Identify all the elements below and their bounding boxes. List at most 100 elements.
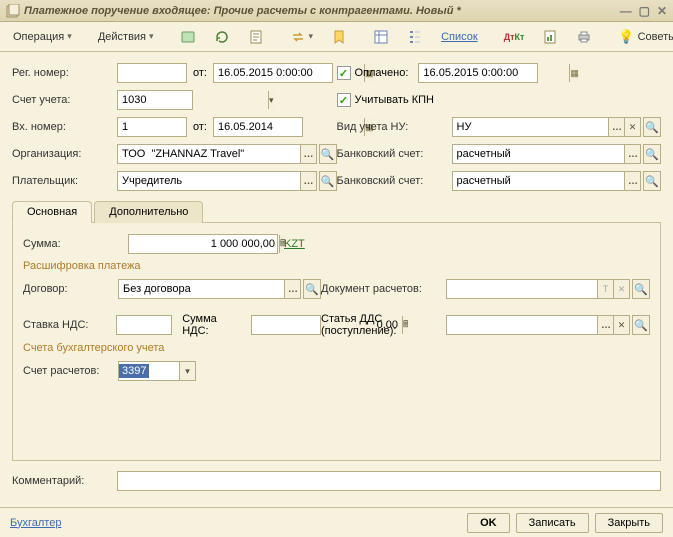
clear-icon[interactable]: ✕	[613, 280, 629, 298]
tab-bar: Основная Дополнительно	[12, 200, 661, 223]
vat-rate-label: Ставка НДС:	[23, 319, 116, 331]
settlement-account-input[interactable]: 3397 ▾	[118, 361, 196, 381]
settlement-account-label: Счет расчетов:	[23, 365, 118, 377]
maximize-button[interactable]: ▢	[639, 5, 650, 17]
bookmark-icon[interactable]	[324, 26, 354, 48]
toolbar: Операция▾ Действия▾ ▾ Список ДтКт 💡Совет…	[0, 22, 673, 52]
structure-icon[interactable]	[400, 26, 430, 48]
dds-item-input[interactable]: … ✕	[446, 315, 630, 335]
dots-icon[interactable]: …	[284, 280, 300, 298]
bank-account-1-input[interactable]: …	[452, 144, 642, 164]
t-icon[interactable]: T	[597, 280, 613, 298]
contract-label: Договор:	[23, 283, 118, 295]
tab-additional[interactable]: Дополнительно	[94, 201, 203, 223]
sheet-icon[interactable]	[241, 26, 271, 48]
form-body: Рег. номер: от: ▦ Оплачено: ▦ Счет учета…	[0, 52, 673, 507]
sum-input[interactable]: 🖩	[128, 234, 278, 254]
kpn-checkbox[interactable]	[337, 93, 351, 107]
dots-icon[interactable]: …	[624, 172, 640, 190]
bulb-icon: 💡	[618, 29, 634, 45]
close-button[interactable]: ✕	[657, 5, 667, 17]
tips-button[interactable]: 💡Советы	[611, 26, 673, 48]
window-title: Платежное поручение входящее: Прочие рас…	[24, 5, 614, 17]
accountant-link[interactable]: Бухгалтер	[10, 517, 61, 529]
organisation-input[interactable]: …	[117, 144, 317, 164]
magnify-icon[interactable]: 🔍	[632, 315, 650, 335]
reg-num-label: Рег. номер:	[12, 67, 117, 79]
chevron-down-icon[interactable]: ▾	[179, 362, 195, 380]
accounts-section-title: Счета бухгалтерского учета	[23, 342, 650, 354]
contract-input[interactable]: …	[118, 279, 301, 299]
tab-main[interactable]: Основная	[12, 201, 92, 223]
dds-item-sub-label: (поступление):	[321, 325, 446, 337]
calendar-icon[interactable]: ▦	[569, 64, 579, 82]
save-button[interactable]: Записать	[516, 513, 589, 533]
kpn-label: Учитывать КПН	[355, 94, 435, 106]
magnify-icon[interactable]: 🔍	[303, 279, 321, 299]
bank-account-1-label: Банковский счет:	[337, 148, 452, 160]
account-input[interactable]: ▾	[117, 90, 193, 110]
vat-rate-input[interactable]: … ✕	[116, 315, 172, 335]
magnify-icon[interactable]: 🔍	[632, 279, 650, 299]
accounting-type-input[interactable]: … ✕	[452, 117, 642, 137]
dots-icon[interactable]: …	[608, 118, 624, 136]
magnify-icon[interactable]: 🔍	[319, 171, 337, 191]
comment-input[interactable]	[117, 471, 661, 491]
decipher-section-title: Расшифровка платежа	[23, 260, 650, 272]
vat-sum-input[interactable]: 🖩	[251, 315, 321, 335]
accounting-type-label: Вид учета НУ:	[337, 121, 452, 133]
payer-label: Плательщик:	[12, 175, 117, 187]
comment-label: Комментарий:	[12, 475, 117, 487]
dots-icon[interactable]: …	[597, 316, 613, 334]
print-icon[interactable]	[569, 26, 599, 48]
payer-input[interactable]: …	[117, 171, 317, 191]
app-icon	[6, 4, 20, 18]
dots-icon[interactable]: …	[300, 172, 316, 190]
minimize-button[interactable]: —	[620, 5, 632, 17]
close-form-button[interactable]: Закрыть	[595, 513, 663, 533]
refresh-icon[interactable]	[207, 26, 237, 48]
paid-label: Оплачено:	[355, 67, 409, 79]
organisation-label: Организация:	[12, 148, 117, 160]
tab-main-content: Сумма: 🖩 KZT Расшифровка платежа Договор…	[12, 223, 661, 461]
dots-icon[interactable]: …	[300, 145, 316, 163]
magnify-icon[interactable]: 🔍	[643, 171, 661, 191]
magnify-icon[interactable]: 🔍	[643, 144, 661, 164]
bank-account-2-input[interactable]: …	[452, 171, 642, 191]
window-controls: — ▢ ✕	[620, 5, 667, 17]
report-icon[interactable]	[535, 26, 565, 48]
settlements-doc-input[interactable]: T ✕	[446, 279, 630, 299]
clear-icon[interactable]: ✕	[613, 316, 629, 334]
vat-sum-label: Сумма НДС:	[182, 313, 245, 337]
book-icon[interactable]	[173, 26, 203, 48]
incoming-num-label: Вх. номер:	[12, 121, 117, 133]
account-label: Счет учета:	[12, 94, 117, 106]
window-titlebar: Платежное поручение входящее: Прочие рас…	[0, 0, 673, 22]
sum-label: Сумма:	[23, 238, 128, 250]
from-label-2: от:	[193, 121, 207, 133]
reg-num-input[interactable]	[117, 63, 187, 83]
magnify-icon[interactable]: 🔍	[643, 117, 661, 137]
ok-button[interactable]: OK	[467, 513, 510, 533]
paid-date-input[interactable]: ▦	[418, 63, 538, 83]
reg-date-input[interactable]: ▦	[213, 63, 333, 83]
incoming-num-input[interactable]	[117, 117, 187, 137]
operation-dropdown[interactable]: Операция▾	[6, 26, 79, 48]
clear-icon[interactable]: ✕	[624, 118, 640, 136]
bank-account-2-label: Банковский счет:	[337, 175, 452, 187]
list-button[interactable]: Список	[434, 26, 485, 48]
chevron-down-icon[interactable]: ▾	[268, 91, 274, 109]
magnify-icon[interactable]: 🔍	[319, 144, 337, 164]
paid-checkbox[interactable]	[337, 66, 351, 80]
dtkt-icon[interactable]: ДтКт	[497, 26, 532, 48]
currency-link[interactable]: KZT	[284, 238, 305, 250]
incoming-date-input[interactable]: ▦	[213, 117, 303, 137]
footer: Бухгалтер OK Записать Закрыть	[0, 507, 673, 537]
form-icon[interactable]	[366, 26, 396, 48]
from-label-1: от:	[193, 67, 207, 79]
settlements-doc-label: Документ расчетов:	[321, 283, 446, 295]
actions-dropdown[interactable]: Действия▾	[91, 26, 161, 48]
dds-item-label: Статья ДДС	[321, 313, 446, 325]
reverse-icon[interactable]: ▾	[283, 26, 321, 48]
dots-icon[interactable]: …	[624, 145, 640, 163]
